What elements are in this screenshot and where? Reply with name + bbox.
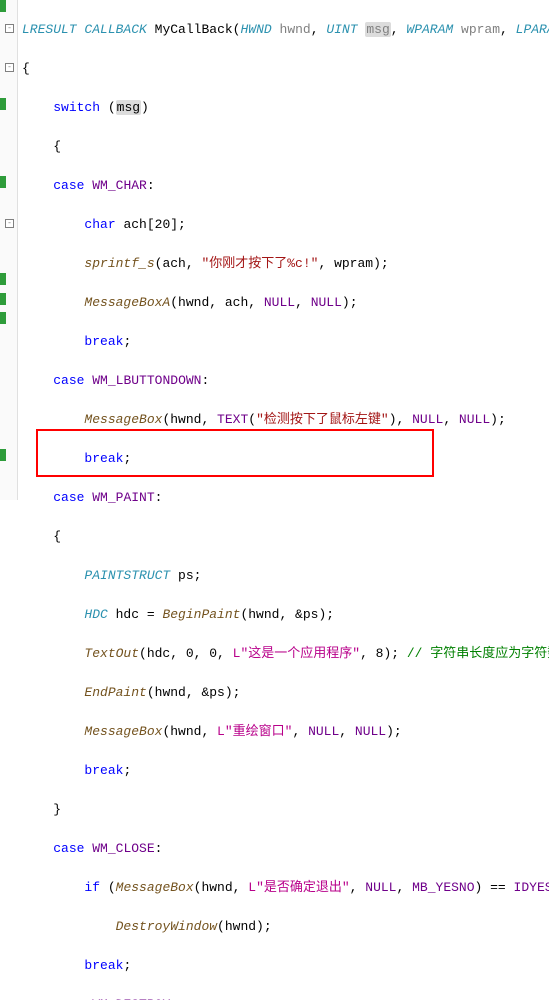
lstring-lit: L"重绘窗口" <box>217 724 292 739</box>
args: , 8); <box>360 646 407 661</box>
func-call: DestroyWindow <box>116 919 217 934</box>
var-decl: hdc = <box>108 607 163 622</box>
brace: { <box>53 529 61 544</box>
change-mark <box>0 449 6 461</box>
null-macro: NULL <box>355 724 386 739</box>
args: (hwnd, <box>162 724 217 739</box>
msg-ref: msg <box>116 100 141 115</box>
lstring-lit: L"这是一个应用程序" <box>233 646 360 661</box>
string-lit: "检测按下了鼠标左键" <box>256 412 389 427</box>
type: PAINTSTRUCT <box>84 568 170 583</box>
case-label: WM_DESTROY <box>92 997 170 1000</box>
null-macro: NULL <box>412 412 443 427</box>
args: (hdc, 0, 0, <box>139 646 233 661</box>
var-decl: ps; <box>170 568 201 583</box>
op: ) == <box>475 880 514 895</box>
case-label: WM_LBUTTONDOWN <box>92 373 201 388</box>
fold-icon[interactable]: - <box>5 24 14 33</box>
comma: , <box>397 880 413 895</box>
param: wpram <box>461 22 500 37</box>
args: (hwnd, ach, <box>170 295 264 310</box>
args: (ach, <box>155 256 202 271</box>
change-mark <box>0 273 6 285</box>
param-type: UINT <box>326 22 357 37</box>
close: ); <box>490 412 506 427</box>
break-kw: break <box>84 958 123 973</box>
close: ); <box>386 724 402 739</box>
code-editor[interactable]: LRESULT CALLBACK MyCallBack ( HWND hwnd, U… <box>22 0 549 1000</box>
args: (hwnd, <box>162 412 217 427</box>
case-kw: case <box>53 997 84 1000</box>
func-call: MessageBoxA <box>84 295 170 310</box>
args: (hwnd); <box>217 919 272 934</box>
null-macro: NULL <box>264 295 295 310</box>
null-macro: NULL <box>311 295 342 310</box>
brace: } <box>53 802 61 817</box>
func-call: BeginPaint <box>162 607 240 622</box>
comment: // 字符串长度应为字符数 <box>407 646 549 661</box>
return-type: LRESULT <box>22 22 77 37</box>
func-call: MessageBox <box>84 724 162 739</box>
func-call: TextOut <box>84 646 139 661</box>
brace: { <box>53 139 61 154</box>
break-kw: break <box>84 334 123 349</box>
null-macro: NULL <box>365 880 396 895</box>
lstring-lit: L"是否确定退出" <box>248 880 349 895</box>
func-call: MessageBox <box>116 880 194 895</box>
args: (hwnd, &ps); <box>240 607 334 622</box>
args: ), <box>389 412 412 427</box>
macro: IDYES <box>514 880 549 895</box>
change-mark <box>0 0 6 12</box>
case-kw: case <box>53 178 84 193</box>
func-call: sprintf_s <box>84 256 154 271</box>
comma: , <box>443 412 459 427</box>
change-mark <box>0 176 6 188</box>
var-decl: ach[20]; <box>116 217 186 232</box>
func-call: EndPaint <box>84 685 146 700</box>
comma: , <box>295 295 311 310</box>
macro: MB_YESNO <box>412 880 474 895</box>
change-mark <box>0 98 6 110</box>
switch-kw: switch <box>53 100 100 115</box>
args: , wpram); <box>318 256 388 271</box>
fold-icon[interactable]: - <box>5 219 14 228</box>
callback-kw: CALLBACK <box>84 22 146 37</box>
comma: , <box>339 724 355 739</box>
case-kw: case <box>53 490 84 505</box>
func-call: MessageBox <box>84 412 162 427</box>
case-kw: case <box>53 373 84 388</box>
case-label: WM_CHAR <box>92 178 147 193</box>
type: HDC <box>84 607 107 622</box>
args: ( <box>100 880 116 895</box>
param-type: WPARAM <box>406 22 453 37</box>
editor-gutter: - - - <box>0 0 18 500</box>
args: , <box>350 880 366 895</box>
func-name: MyCallBack <box>155 22 233 37</box>
null-macro: NULL <box>459 412 490 427</box>
args: (hwnd, &ps); <box>147 685 241 700</box>
param-highlighted: msg <box>365 22 390 37</box>
char-kw: char <box>84 217 115 232</box>
fold-icon[interactable]: - <box>5 63 14 72</box>
args: (hwnd, <box>194 880 249 895</box>
case-kw: case <box>53 841 84 856</box>
change-mark <box>0 312 6 324</box>
param: hwnd <box>280 22 311 37</box>
close: ); <box>342 295 358 310</box>
brace: { <box>22 59 549 79</box>
string-lit: "你刚才按下了%c!" <box>201 256 318 271</box>
args: , <box>292 724 308 739</box>
param-type: HWND <box>240 22 271 37</box>
break-kw: break <box>84 763 123 778</box>
null-macro: NULL <box>308 724 339 739</box>
case-label: WM_CLOSE <box>92 841 154 856</box>
param-type: LPARAM <box>516 22 549 37</box>
break-kw: break <box>84 451 123 466</box>
text-macro: TEXT <box>217 412 248 427</box>
if-kw: if <box>84 880 100 895</box>
change-mark <box>0 293 6 305</box>
case-label: WM_PAINT <box>92 490 154 505</box>
